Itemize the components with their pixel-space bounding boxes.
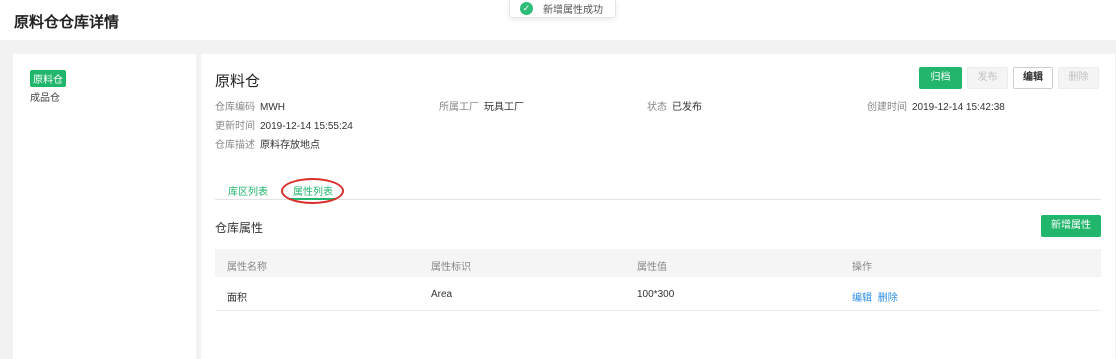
meta-desc: 仓库描述 原料存放地点 xyxy=(215,136,320,151)
edit-button[interactable]: 编辑 xyxy=(1013,67,1053,89)
cell-attribute-value: 100*300 xyxy=(637,289,675,300)
meta-updated-label: 更新时间 xyxy=(215,121,255,132)
row-actions: 编辑 删除 xyxy=(852,289,901,304)
meta-created: 创建时间 2019-12-14 15:42:38 xyxy=(867,98,1005,113)
warehouse-sidebar: 原料仓 成品仓 xyxy=(13,54,196,359)
check-circle-icon: ✓ xyxy=(520,2,533,15)
cell-attribute-key: Area xyxy=(431,289,453,300)
column-header-key: 属性标识 xyxy=(431,262,471,273)
meta-factory-value: 玩具工厂 xyxy=(484,102,524,113)
column-header-value: 属性值 xyxy=(637,262,667,273)
meta-created-label: 创建时间 xyxy=(867,102,907,113)
meta-status-label: 状态 xyxy=(647,102,667,113)
row-delete-link[interactable]: 删除 xyxy=(878,293,898,304)
detail-panel: 原料仓 归档 发布 编辑 删除 仓库编码 MWH 所属工厂 玩具工厂 状态 已发布 创… xyxy=(201,54,1115,359)
section-title: 仓库属性 xyxy=(215,221,264,235)
meta-updated: 更新时间 2019-12-14 15:55:24 xyxy=(215,117,353,132)
meta-updated-value: 2019-12-14 15:55:24 xyxy=(260,121,353,132)
warehouse-name: 原料仓 xyxy=(215,73,261,90)
meta-desc-value: 原料存放地点 xyxy=(260,140,320,151)
meta-factory-label: 所属工厂 xyxy=(439,102,479,113)
column-header-actions: 操作 xyxy=(852,262,872,273)
meta-factory: 所属工厂 玩具工厂 xyxy=(439,98,524,113)
toast-message: 新增属性成功 xyxy=(543,5,603,16)
meta-status-value: 已发布 xyxy=(672,102,702,113)
publish-button[interactable]: 发布 xyxy=(967,67,1008,89)
meta-status: 状态 已发布 xyxy=(647,98,702,113)
cell-attribute-name: 面积 xyxy=(227,293,247,304)
page-title: 原料仓仓库详情 xyxy=(14,14,120,31)
annotation-circle xyxy=(281,178,344,204)
meta-desc-label: 仓库描述 xyxy=(215,140,255,151)
table-row: 面积 Area 100*300 编辑 删除 xyxy=(215,277,1101,311)
meta-code-label: 仓库编码 xyxy=(215,102,255,113)
sidebar-item-raw-material[interactable]: 原料仓 xyxy=(30,70,66,87)
tab-bar-divider xyxy=(215,199,1101,200)
meta-created-value: 2019-12-14 15:42:38 xyxy=(912,102,1005,113)
meta-code: 仓库编码 MWH xyxy=(215,98,285,113)
tab-zone-list[interactable]: 库区列表 xyxy=(228,183,268,198)
sidebar-item-finished-goods[interactable]: 成品仓 xyxy=(30,89,60,104)
column-header-name: 属性名称 xyxy=(227,262,267,273)
delete-button[interactable]: 删除 xyxy=(1058,67,1099,89)
archive-button[interactable]: 归档 xyxy=(919,67,962,89)
add-attribute-button[interactable]: 新增属性 xyxy=(1041,215,1101,237)
row-edit-link[interactable]: 编辑 xyxy=(852,293,872,304)
meta-code-value: MWH xyxy=(260,102,285,113)
success-toast: ✓ 新增属性成功 xyxy=(509,0,616,18)
table-header: 属性名称 属性标识 属性值 操作 xyxy=(215,249,1101,277)
